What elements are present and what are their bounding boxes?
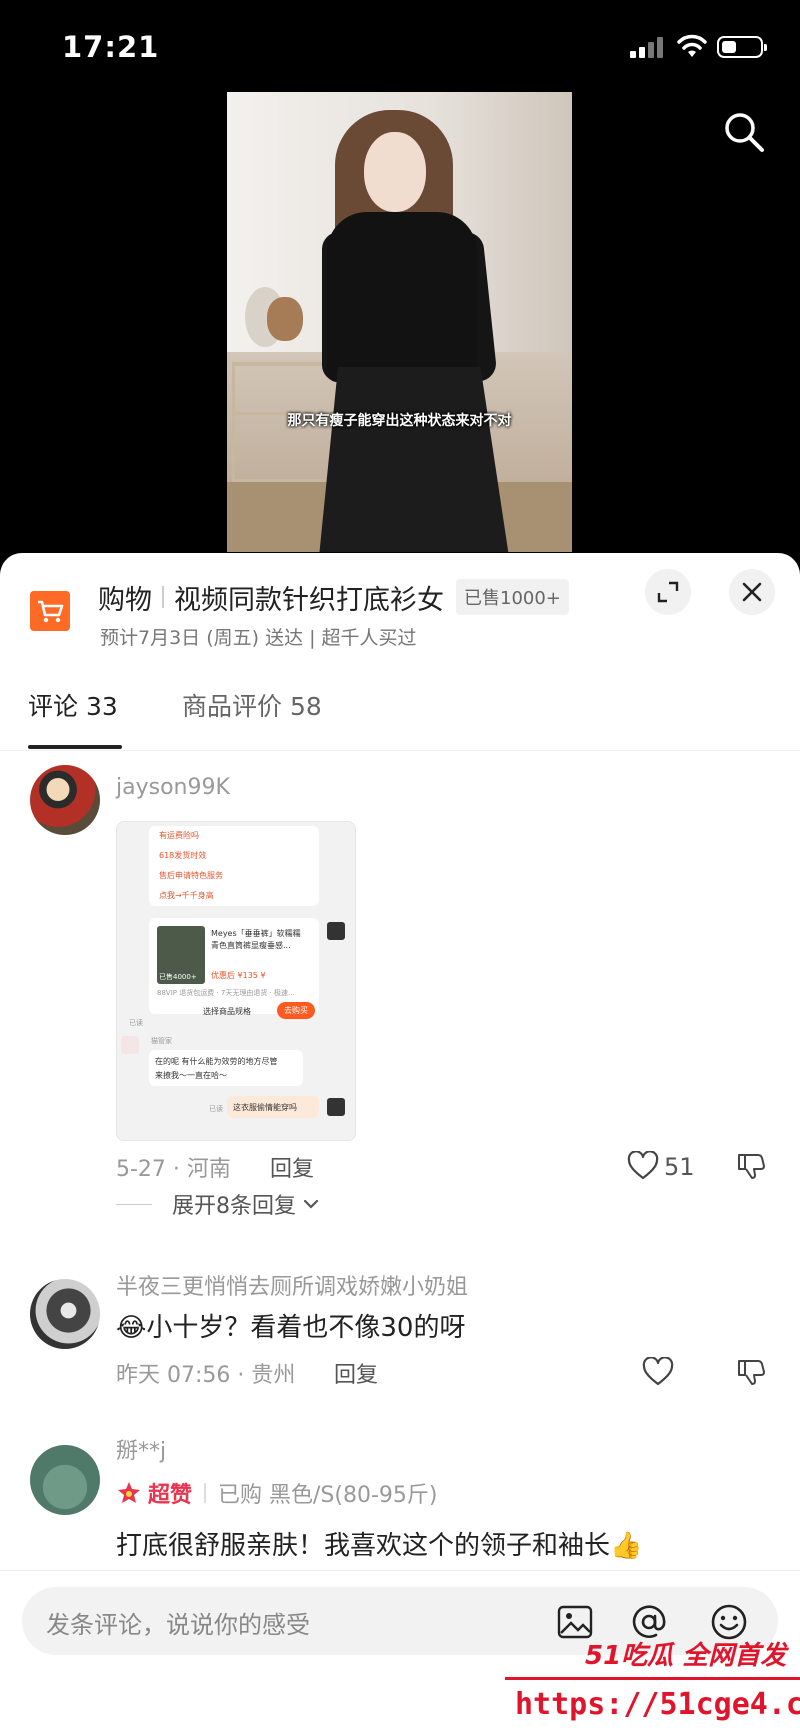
attached-text: 选择商品规格 [203,1007,251,1016]
sold-count-badge: 已售1000+ [456,579,569,615]
attached-text: 猫管家 [151,1037,172,1045]
dislike-icon[interactable] [736,1151,766,1181]
avatar[interactable] [30,765,100,835]
reply-button[interactable]: 回复 [270,1151,314,1183]
comment-input-placeholder: 发条评论，说说你的感受 [46,1611,310,1639]
battery-icon [717,36,767,58]
cellular-signal-icon [630,36,668,58]
divider [204,1483,207,1503]
expand-replies-label: 展开8条回复 [172,1194,296,1219]
close-icon[interactable] [729,569,775,615]
attached-text: 点我→千千身高 [159,891,214,900]
expand-icon[interactable] [645,569,691,615]
watermark-brand: 51吃瓜 全网首发 [585,1641,787,1671]
attached-text: Meyes「垂垂裤」软糯糯 [211,929,301,938]
comment-body: 小十岁？看着也不像30的呀 [146,1313,466,1343]
comment-username[interactable]: 半夜三更悄悄去厕所调戏娇嫩小奶姐 [116,1269,468,1301]
product-category: 购物 [98,584,152,616]
comment-text: 😂小十岁？看着也不像30的呀 [116,1307,465,1344]
super-like-star-icon [118,1482,140,1503]
expand-replies-button[interactable]: 展开8条回复 [116,1188,320,1220]
person-face-image [364,132,426,212]
comment-username[interactable]: 掰**j [116,1433,166,1465]
teddy-bear-image [267,297,303,341]
attached-text: 优惠后 ¥135 ¥ [211,971,266,980]
product-name[interactable]: 视频同款针织打底衫女 [174,578,444,617]
like-count: 51 [664,1153,695,1181]
attached-text: 在的呢 有什么能为效劳的地方尽管 [155,1057,278,1066]
attached-text: 售后申请特色服务 [159,871,223,880]
dislike-icon[interactable] [736,1357,766,1387]
avatar[interactable] [30,1279,100,1349]
purchase-info: 已购 黑色/S(80-95斤) [218,1483,438,1508]
video-frame[interactable]: 那只有瘦子能穿出这种状态来对不对 [227,92,572,552]
product-title-row[interactable]: 购物 视频同款针织打底衫女 已售1000+ [98,577,569,617]
thumbs-up-emoji-icon: 👍 [610,1531,643,1561]
comment-meta: 昨天 07:56 · 贵州 [116,1363,296,1388]
delivery-info: 预计7月3日 (周五) 送达 | 超千人买过 [100,627,417,649]
reply-button[interactable]: 回复 [334,1357,378,1389]
tab-comments[interactable]: 评论 33 [28,687,118,723]
watermark-line [505,1677,800,1680]
search-icon[interactable] [722,110,766,154]
attached-screenshot-image[interactable]: 有运费险吗 618发货时效 售后申请特色服务 点我→千千身高 已售4000+ M… [116,821,356,1141]
comment-item: 半夜三更悄悄去厕所调戏娇嫩小奶姐 😂小十岁？看着也不像30的呀 昨天 07:56… [0,1269,800,1389]
comment-body: 打底很舒服亲肤！我喜欢这个的领子和袖长 [116,1531,611,1561]
comment-meta: 5-27 · 河南 [116,1157,231,1182]
watermark-url: https://51cge4.com [515,1687,800,1722]
attached-buy-button: 去购买 [277,1002,315,1019]
super-like-label: 超赞 [148,1483,193,1508]
status-bar: 17:21 [0,0,800,92]
attached-avatar [121,1036,139,1054]
attached-text: 已读 [129,1019,143,1027]
video-player[interactable]: 那只有瘦子能穿出这种状态来对不对 [0,92,800,562]
heart-icon[interactable] [642,1357,674,1387]
attached-avatar [327,1098,345,1116]
shopping-cart-icon [30,591,70,631]
divider [162,586,164,608]
attached-text: 618发货时效 [159,851,207,860]
attached-text: 青色直筒裤显瘦垂感... [211,941,291,950]
comment-item: jayson99K 有运费险吗 618发货时效 售后申请特色服务 点我→千千身高… [0,765,800,1205]
attached-text: 来撩我～一直在哈～ [155,1071,227,1080]
attached-text: 已售4000+ [159,973,197,981]
attached-text: 88VIP 退货包运费 · 7天无理由退货 · 极速... [157,989,295,997]
attached-avatar [327,922,345,940]
tab-product-reviews[interactable]: 商品评价 58 [182,687,322,723]
comments-sheet: 购物 视频同款针织打底衫女 已售1000+ 预计7月3日 (周五) 送达 | 超… [0,553,800,1733]
attached-text: 有运费险吗 [159,831,199,840]
watermark: 51吃瓜 全网首发 https://51cge4.com [505,1633,800,1733]
attached-text: 这衣服偷情能穿吗 [233,1103,297,1112]
product-bar[interactable]: 购物 视频同款针织打底衫女 已售1000+ 预计7月3日 (周五) 送达 | 超… [0,553,800,665]
comment-item: 掰**j 超赞 已购 黑色/S(80-95斤) 打底很舒服亲肤！我喜欢这个的领子… [0,1433,800,1583]
review-tags: 超赞 已购 黑色/S(80-95斤) [116,1477,437,1509]
wifi-icon [677,34,707,57]
avatar[interactable] [30,1445,100,1515]
comment-text: 打底很舒服亲肤！我喜欢这个的领子和袖长👍 [116,1525,642,1562]
active-tab-indicator [28,745,122,749]
chevron-down-icon [303,1199,319,1209]
video-subtitle: 那只有瘦子能穿出这种状态来对不对 [287,413,512,429]
comment-tabs: 评论 33 商品评价 58 [0,665,800,751]
heart-icon[interactable] [627,1151,659,1181]
laughing-crying-emoji-icon: 😂 [116,1313,147,1343]
comment-username[interactable]: jayson99K [116,775,230,800]
attached-text: 已读 [209,1105,223,1113]
status-time: 17:21 [62,30,160,64]
